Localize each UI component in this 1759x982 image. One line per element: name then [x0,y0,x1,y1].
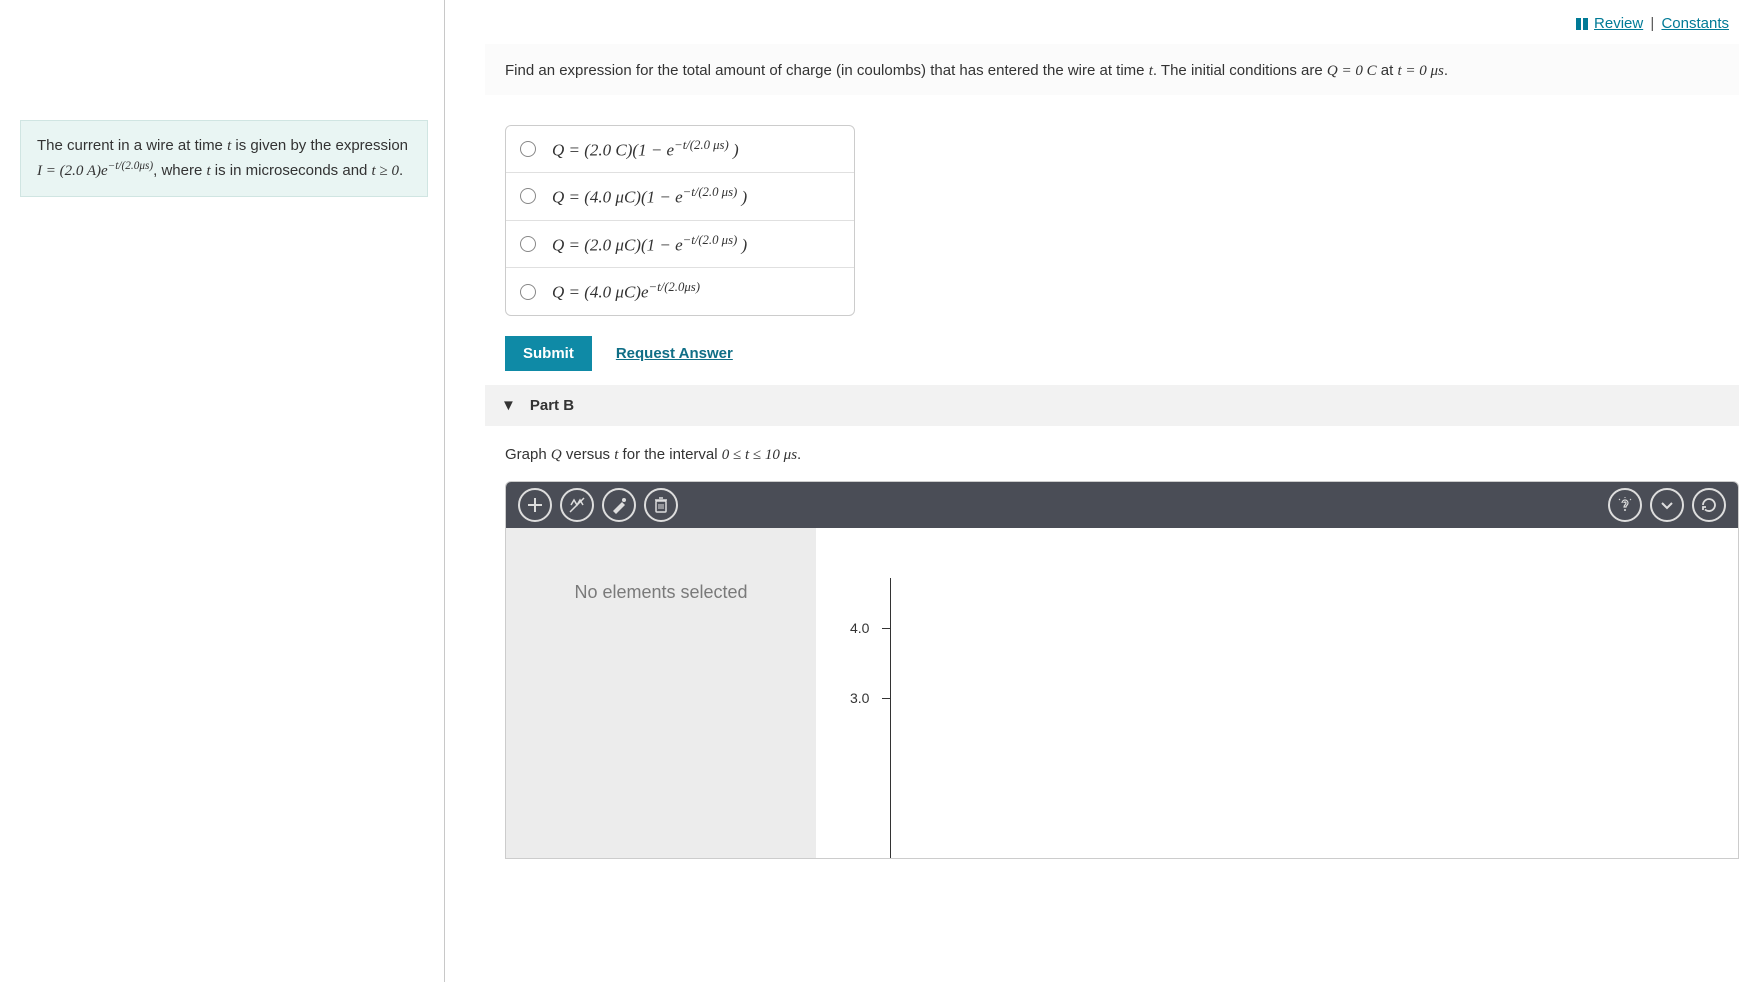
top-links: Review | Constants [485,10,1739,44]
ytick-mark [882,698,890,699]
ytick-4: 4.0 [850,620,869,636]
collapse-icon: ▼ [501,397,516,414]
right-panel: Review | Constants Find an expression fo… [445,0,1759,982]
no-vertex-icon[interactable] [560,488,594,522]
part-b-prompt: Graph Q versus t for the interval 0 ≤ t … [485,444,1739,481]
pb-text-4: . [797,446,801,463]
option-3[interactable]: Q = (2.0 μC)(1 − e−t/(2.0 μs) ) [506,221,854,269]
radio-icon [520,284,536,300]
pb-text-3: for the interval [618,446,721,463]
problem-expr: I = (2.0 A)e−t/(2.0μs) [37,163,153,179]
constants-link[interactable]: Constants [1661,15,1729,32]
prompt-ic: Q = 0 C [1327,63,1377,79]
y-axis [890,578,891,858]
part-b-header[interactable]: ▼ Part B [485,385,1739,426]
problem-cond: t ≥ 0 [372,163,399,179]
problem-statement: The current in a wire at time t is given… [20,120,428,197]
prompt-ic-t: t = 0 μs [1397,63,1443,79]
option-2[interactable]: Q = (4.0 μC)(1 − e−t/(2.0 μs) ) [506,173,854,221]
pb-text-2: versus [562,446,615,463]
radio-icon [520,236,536,252]
pb-var-q: Q [551,447,562,463]
ytick-mark [882,628,890,629]
delete-icon[interactable] [644,488,678,522]
left-panel: The current in a wire at time t is given… [0,0,445,982]
prompt-at: at [1377,62,1398,79]
option-1[interactable]: Q = (2.0 C)(1 − e−t/(2.0 μs) ) [506,126,854,174]
problem-text-3: , where [153,162,206,179]
hint-icon[interactable] [1608,488,1642,522]
option-3-label: Q = (2.0 μC)(1 − e−t/(2.0 μs) ) [552,233,747,256]
part-a-question: Find an expression for the total amount … [485,44,1739,95]
selection-panel: No elements selected [506,528,816,858]
prompt-end: . [1444,62,1448,79]
part-a-prompt: Find an expression for the total amount … [505,60,1719,83]
prompt-text-1: Find an expression for the total amount … [505,62,1149,79]
option-1-label: Q = (2.0 C)(1 − e−t/(2.0 μs) ) [552,138,739,161]
add-icon[interactable] [518,488,552,522]
edit-point-icon[interactable] [602,488,636,522]
problem-text-1: The current in a wire at time [37,137,227,154]
ytick-3: 3.0 [850,690,869,706]
graph-widget: No elements selected 4.0 3.0 [505,481,1739,859]
no-selection-text: No elements selected [574,582,747,603]
prompt-text-2: . The initial conditions are [1153,62,1327,79]
radio-icon [520,188,536,204]
option-4[interactable]: Q = (4.0 μC)e−t/(2.0μs) [506,268,854,315]
radio-icon [520,141,536,157]
option-2-label: Q = (4.0 μC)(1 − e−t/(2.0 μs) ) [552,185,747,208]
answer-options: Q = (2.0 C)(1 − e−t/(2.0 μs) ) Q = (4.0 … [505,125,855,317]
pb-range: 0 ≤ t ≤ 10 μs [722,447,797,463]
problem-text-5: . [399,162,403,179]
action-row: Submit Request Answer [505,336,1739,371]
part-b-title: Part B [530,397,574,414]
plot-area[interactable]: 4.0 3.0 [816,528,1738,858]
review-link[interactable]: Review [1594,15,1643,32]
flag-icon [1576,18,1590,30]
reset-icon[interactable] [1692,488,1726,522]
graph-body: No elements selected 4.0 3.0 [506,528,1738,858]
submit-button[interactable]: Submit [505,336,592,371]
problem-text-2: is given by the expression [231,137,408,154]
problem-text-4: is in microseconds and [211,162,372,179]
option-4-label: Q = (4.0 μC)e−t/(2.0μs) [552,280,700,303]
request-answer-link[interactable]: Request Answer [616,345,733,362]
pb-text-1: Graph [505,446,551,463]
chevron-down-icon[interactable] [1650,488,1684,522]
link-separator: | [1650,15,1654,32]
graph-toolbar [506,482,1738,528]
